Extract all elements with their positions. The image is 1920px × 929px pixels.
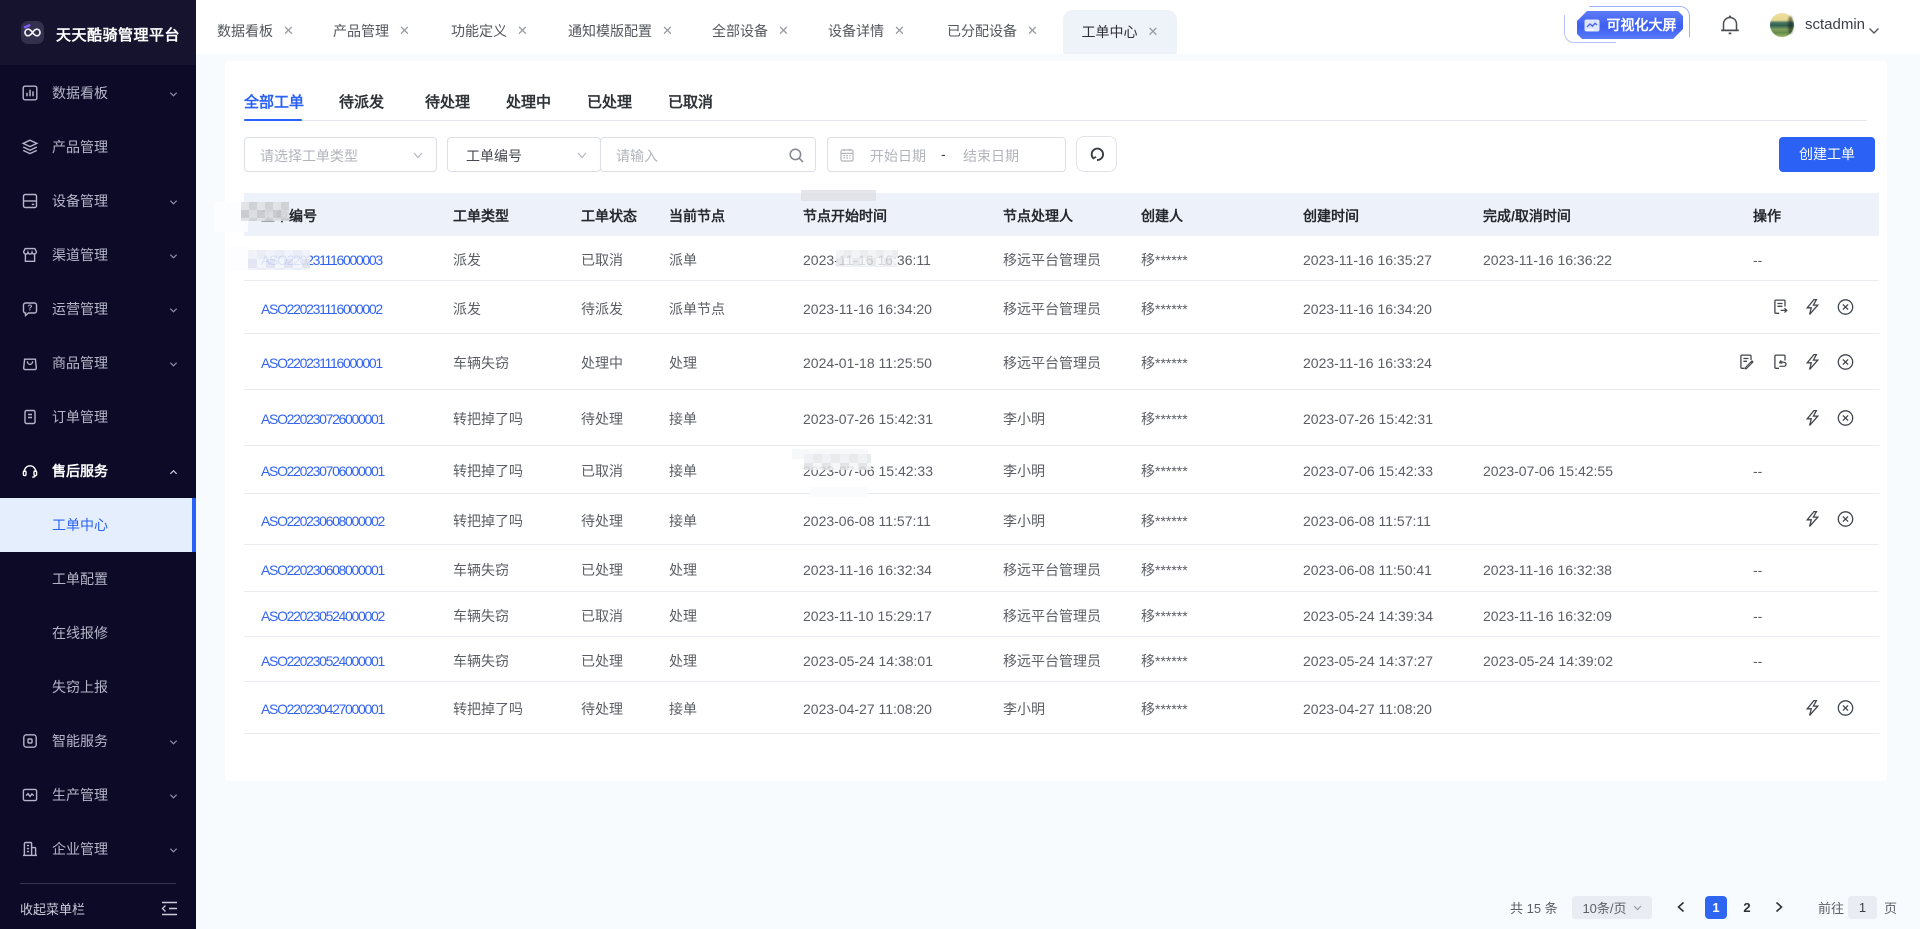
svg-text:?: ? — [28, 304, 33, 313]
